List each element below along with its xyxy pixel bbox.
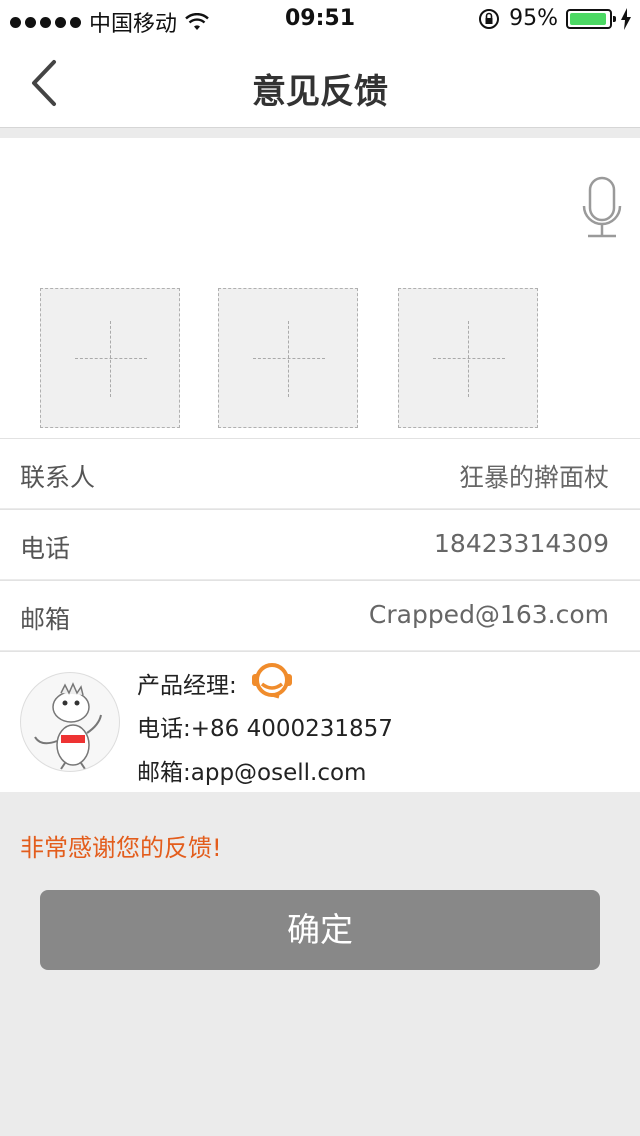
page-title: 意见反馈 [252,72,388,112]
phone-row[interactable]: 电话 18423314309 [0,509,640,579]
manager-phone[interactable]: 电话:+86 4000231857 [137,709,393,743]
email-value[interactable]: Crapped@163.com [369,600,609,629]
battery-level-fill [570,12,607,25]
phone-label: 电话 [20,534,71,563]
contact-name-value[interactable]: 狂暴的擀面杖 [459,458,609,494]
customer-service-icon[interactable] [249,660,295,700]
mascot-avatar [20,672,120,772]
manager-title: 产品经理: [137,673,237,699]
status-right: 95% [477,6,632,31]
email-label: 邮箱 [20,605,71,634]
add-image-slot[interactable] [40,288,180,428]
navigation-bar: 意见反馈 [0,40,640,128]
rotation-lock-icon [479,8,500,29]
email-row[interactable]: 邮箱 Crapped@163.com [0,580,640,650]
confirm-button[interactable]: 确定 [40,890,600,970]
phone-value[interactable]: 18423314309 [434,529,609,558]
add-image-slot[interactable] [218,288,358,428]
dinosaur-mascot-icon [34,682,102,770]
plus-icon [75,358,147,359]
contact-name-label: 联系人 [20,463,96,492]
plus-icon [433,358,505,359]
status-bar: 中国移动 09:51 95% [0,0,640,40]
battery-percent: 95% [509,6,558,31]
charging-bolt-icon [621,7,631,30]
contact-name-row[interactable]: 联系人 狂暴的擀面杖 [0,438,640,508]
thanks-message: 非常感谢您的反馈! [20,834,222,862]
manager-email[interactable]: 邮箱:app@osell.com [137,753,366,787]
product-manager-card: 产品经理: 电话:+86 4000231857 邮箱:app@osell.com [0,651,640,792]
plus-icon [253,358,325,359]
battery-icon [566,8,616,29]
add-image-slot[interactable] [398,288,538,428]
feedback-text-area[interactable] [0,138,640,438]
microphone-icon[interactable] [582,176,622,242]
